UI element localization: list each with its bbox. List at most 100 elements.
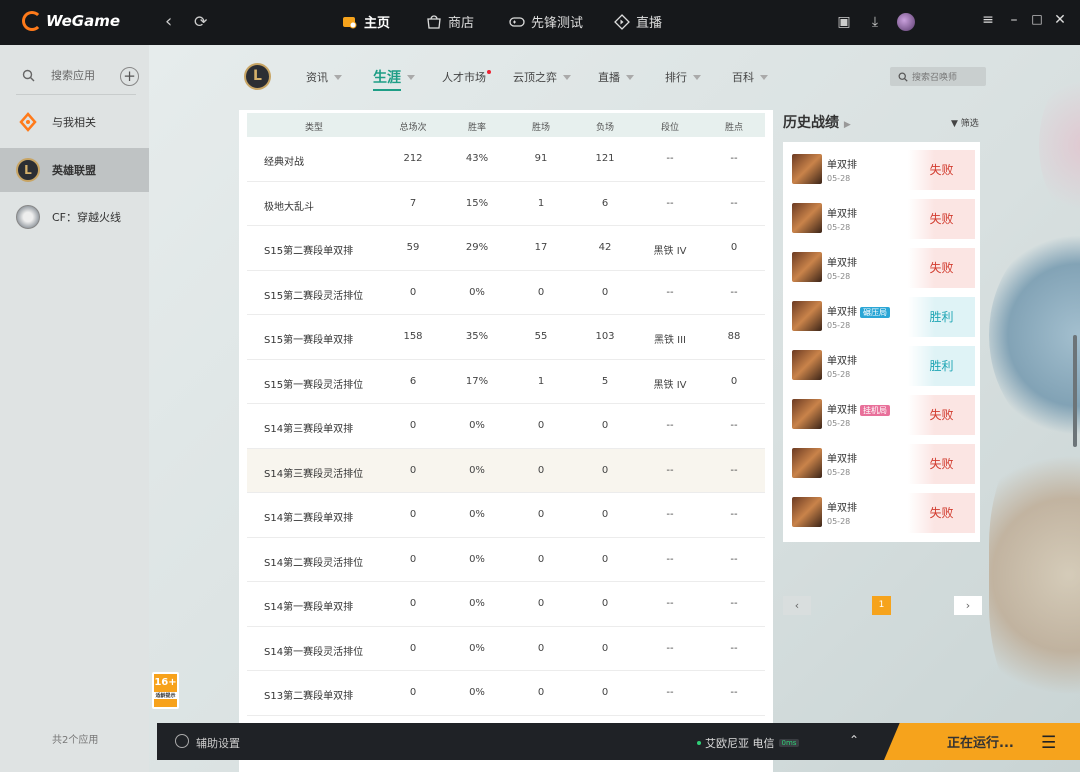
- page-button-current[interactable]: 1: [872, 596, 891, 615]
- close-icon[interactable]: ✕: [1052, 12, 1068, 28]
- minimize-icon[interactable]: –: [1006, 12, 1022, 28]
- table-row[interactable]: S15第一赛段灵活排位 6 17% 1 5 黑铁 IV 0: [247, 360, 765, 404]
- table-cell: 59: [406, 242, 420, 253]
- champion-icon: [792, 203, 822, 233]
- table-row[interactable]: S14第一赛段单双排 0 0% 0 0 -- --: [247, 582, 765, 627]
- add-app-button[interactable]: +: [120, 67, 139, 86]
- hamburger-menu-icon[interactable]: ☰: [1041, 733, 1056, 753]
- tab-pioneer-test[interactable]: 先锋测试: [509, 12, 583, 31]
- match-mode: 单双排: [827, 499, 857, 514]
- brand-name: WeGame: [46, 12, 120, 30]
- match-item[interactable]: 单双排 05-28 失败: [792, 248, 975, 288]
- download-icon[interactable]: ⤓: [865, 12, 885, 32]
- match-mode-text: 单双排: [827, 209, 857, 220]
- tab-tft[interactable]: 云顶之弈: [513, 69, 571, 85]
- match-date: 05-28: [827, 174, 851, 183]
- table-cell: 0: [537, 642, 545, 654]
- table-cell: --: [730, 687, 738, 698]
- tab-news[interactable]: 资讯: [306, 69, 342, 85]
- match-item[interactable]: 单双排 05-28 胜利: [792, 346, 975, 386]
- live-icon: [614, 13, 630, 30]
- match-item[interactable]: 单双排 05-28 失败: [792, 493, 975, 533]
- tab-label: 百科: [732, 71, 754, 84]
- menu-icon[interactable]: ≡: [980, 12, 996, 28]
- sidebar-item-label: 英雄联盟: [52, 164, 96, 177]
- wegame-logo[interactable]: WeGame: [22, 11, 120, 31]
- refresh-icon[interactable]: ⟳: [194, 10, 207, 34]
- tab-live[interactable]: 直播: [614, 12, 662, 31]
- message-icon[interactable]: ▣: [834, 12, 854, 32]
- summoner-search-placeholder: 搜索召唤师: [912, 73, 958, 83]
- match-date: 05-28: [827, 419, 851, 428]
- match-item[interactable]: 单双排 挂机局 05-28 失败: [792, 395, 975, 435]
- table-cell: 黑铁 IV: [653, 379, 687, 391]
- table-cell: 0: [537, 687, 545, 698]
- user-avatar[interactable]: [897, 13, 915, 31]
- table-cell: 6: [409, 375, 417, 387]
- next-page-button[interactable]: ›: [954, 596, 982, 615]
- table-row[interactable]: S15第二赛段灵活排位 0 0% 0 0 -- --: [247, 271, 765, 315]
- assist-settings-icon[interactable]: [175, 734, 189, 748]
- table-cell: 0: [730, 375, 738, 387]
- assist-settings-button[interactable]: 辅助设置: [196, 735, 240, 751]
- tab-game-live[interactable]: 直播: [598, 69, 634, 85]
- column-header: 负场: [595, 123, 615, 133]
- match-badge: 碾压局: [860, 307, 890, 318]
- running-label: 正在运行...: [947, 736, 1014, 751]
- scrollbar-thumb[interactable]: [1073, 335, 1077, 447]
- match-item[interactable]: 单双排 05-28 失败: [792, 199, 975, 239]
- match-date: 05-28: [827, 468, 851, 477]
- tab-wiki[interactable]: 百科: [732, 69, 768, 85]
- lol-logo[interactable]: L: [244, 63, 271, 90]
- table-cell: --: [730, 464, 738, 476]
- chevron-up-icon[interactable]: ⌃: [849, 733, 859, 747]
- table-row[interactable]: S15第一赛段单双排 158 35% 55 103 黑铁 III 88: [247, 315, 765, 360]
- table-cell: 0%: [469, 598, 485, 609]
- filter-button[interactable]: ▼ 筛选: [951, 116, 979, 129]
- table-cell: 经典对战: [264, 157, 304, 168]
- tab-ranking[interactable]: 排行: [665, 69, 701, 85]
- table-row[interactable]: 经典对战 212 43% 91 121 -- --: [247, 137, 765, 182]
- table-row[interactable]: S14第三赛段单双排 0 0% 0 0 -- --: [247, 404, 765, 449]
- table-row[interactable]: S14第一赛段灵活排位 0 0% 0 0 -- --: [247, 627, 765, 671]
- sidebar-item-related[interactable]: 与我相关: [0, 100, 149, 144]
- match-item[interactable]: 单双排 碾压局 05-28 胜利: [792, 297, 975, 337]
- notification-dot: [487, 70, 491, 74]
- match-history-title[interactable]: 历史战绩 ▶: [783, 112, 851, 132]
- sidebar: 搜索应用 + 与我相关 L 英雄联盟 CF：穿越火线 共2个应用: [0, 45, 149, 772]
- summoner-search-input[interactable]: 搜索召唤师: [890, 67, 986, 86]
- table-row[interactable]: S14第二赛段灵活排位 0 0% 0 0 -- --: [247, 538, 765, 582]
- tab-talent-market[interactable]: 人才市场: [442, 69, 491, 85]
- tab-career[interactable]: 生涯: [373, 67, 415, 91]
- table-cell: S14第三赛段单双排: [264, 424, 354, 435]
- server-selector[interactable]: 艾欧尼亚 电信 0ms: [697, 735, 800, 751]
- column-header: 总场次: [399, 123, 427, 133]
- sidebar-item-league-of-legends[interactable]: L 英雄联盟: [0, 148, 149, 192]
- chevron-down-icon: [563, 74, 571, 80]
- match-item[interactable]: 单双排 05-28 失败: [792, 444, 975, 484]
- table-cell: --: [666, 197, 674, 209]
- match-mode: 单双排: [827, 156, 857, 171]
- tab-store[interactable]: 商店: [426, 12, 474, 31]
- game-running-button[interactable]: 正在运行... ☰: [884, 723, 1080, 760]
- maximize-icon[interactable]: □: [1029, 12, 1045, 26]
- match-item[interactable]: 单双排 05-28 失败: [792, 150, 975, 190]
- table-row[interactable]: S14第三赛段灵活排位 0 0% 0 0 -- --: [247, 448, 765, 493]
- prev-page-button[interactable]: ‹: [783, 596, 811, 615]
- store-icon: [427, 14, 441, 29]
- table-row[interactable]: S14第二赛段单双排 0 0% 0 0 -- --: [247, 493, 765, 538]
- chevron-down-icon: [693, 74, 701, 80]
- table-row[interactable]: S15第二赛段单双排 59 29% 17 42 黑铁 IV 0: [247, 226, 765, 271]
- tab-pioneer-test-label: 先锋测试: [531, 16, 584, 31]
- table-row[interactable]: 极地大乱斗 7 15% 1 6 -- --: [247, 182, 765, 226]
- match-mode-text: 单双排: [827, 454, 857, 465]
- match-result: 胜利: [908, 346, 975, 386]
- table-cell: 0: [537, 598, 545, 609]
- back-icon[interactable]: ‹: [165, 10, 172, 34]
- tab-home[interactable]: 主页: [342, 12, 390, 31]
- table-cell: 5: [601, 375, 609, 387]
- table-cell: --: [730, 553, 738, 565]
- table-row[interactable]: S13第二赛段单双排 0 0% 0 0 -- --: [247, 671, 765, 716]
- sidebar-item-crossfire[interactable]: CF：穿越火线: [0, 195, 149, 239]
- app-search[interactable]: 搜索应用: [22, 67, 95, 83]
